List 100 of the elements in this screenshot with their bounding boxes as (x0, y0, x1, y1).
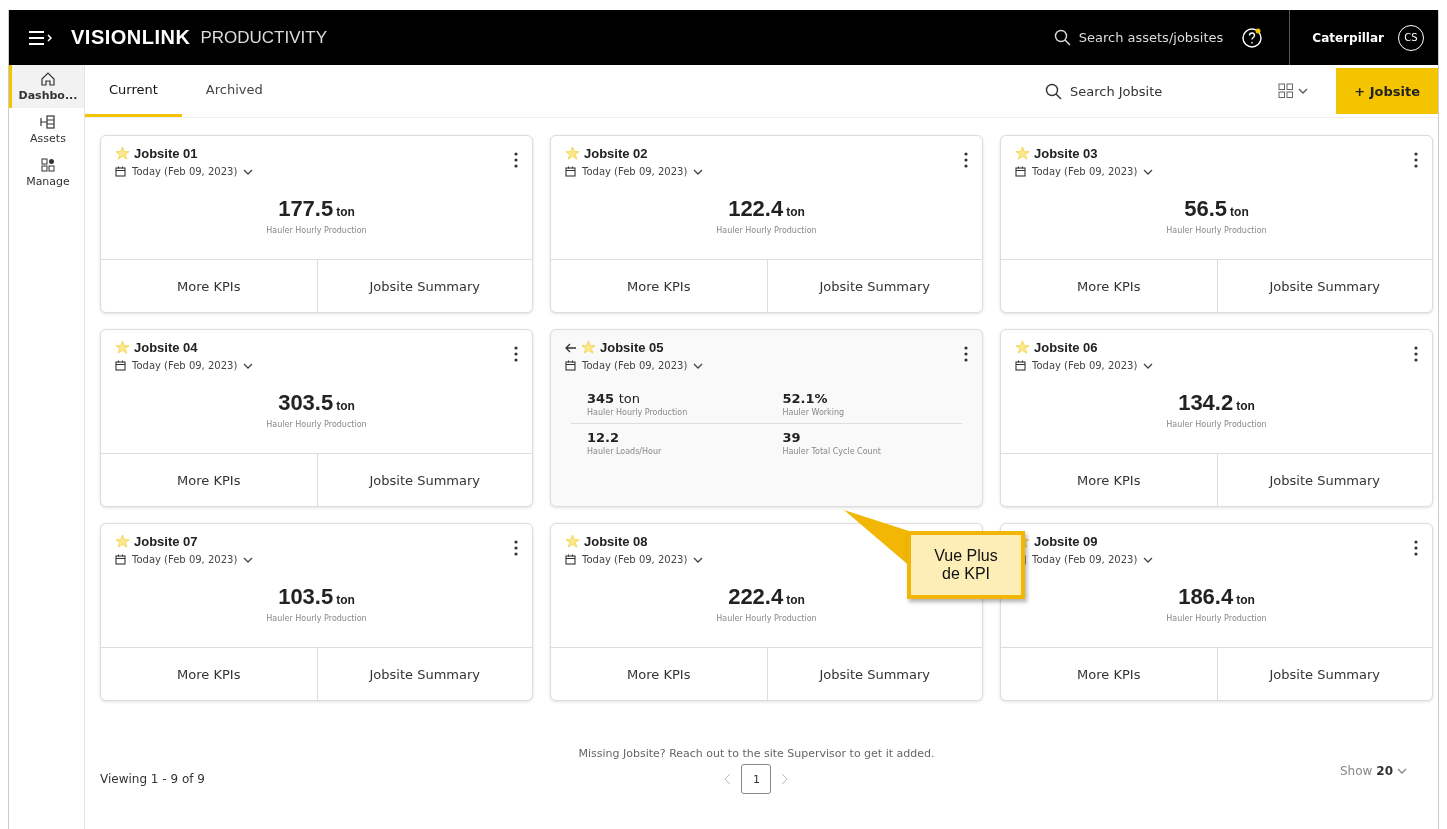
grid-icon (40, 157, 56, 173)
calendar-icon (565, 166, 576, 177)
card-action[interactable]: More KPIs (101, 260, 317, 312)
star-icon[interactable] (115, 340, 130, 355)
star-icon[interactable] (565, 534, 580, 549)
card-action[interactable]: Jobsite Summary (1216, 260, 1432, 312)
star-icon[interactable] (1015, 340, 1030, 355)
date-range[interactable]: Today (Feb 09, 2023) (132, 554, 238, 565)
account-name[interactable]: Caterpillar (1312, 30, 1384, 45)
date-range[interactable]: Today (Feb 09, 2023) (132, 360, 238, 371)
back-arrow-icon[interactable] (565, 342, 577, 353)
tab[interactable]: Archived (181, 65, 287, 117)
calendar-icon (1015, 166, 1026, 177)
kpi-value: 345 ton (587, 391, 641, 406)
card-action[interactable]: Jobsite Summary (316, 648, 532, 700)
chevron-down-icon (693, 362, 704, 369)
kpi-unit: ton (786, 592, 805, 607)
card-action[interactable]: More KPIs (101, 454, 317, 506)
page-button[interactable]: 1 (741, 764, 772, 794)
jobsite-title: Jobsite 06 (1034, 340, 1098, 355)
card-action[interactable]: More KPIs (551, 260, 767, 312)
calendar-icon (565, 360, 576, 371)
kpi-value: 177.5 (278, 195, 334, 221)
sidebar-item[interactable]: Manage (9, 151, 84, 194)
date-range[interactable]: Today (Feb 09, 2023) (582, 360, 688, 371)
card-action[interactable]: More KPIs (1001, 260, 1217, 312)
kpi-label: Hauler Hourly Production (587, 408, 689, 417)
page-size-select[interactable]: Show 20 (1333, 763, 1413, 794)
chevron-down-icon (1143, 362, 1154, 369)
card-action[interactable]: More KPIs (1001, 648, 1217, 700)
kpi-unit: ton (336, 398, 355, 413)
date-range[interactable]: Today (Feb 09, 2023) (1032, 554, 1138, 565)
sidebar-item[interactable]: Assets (9, 108, 84, 151)
date-range[interactable]: Today (Feb 09, 2023) (1032, 360, 1138, 371)
sidebar-item[interactable]: Dashbo... (9, 65, 84, 108)
calendar-icon (1015, 360, 1026, 371)
missing-jobsite-note: Missing Jobsite? Reach out to the site Supervisor to get it added. (578, 747, 935, 760)
kpi-label: Hauler Hourly Production (1166, 225, 1267, 235)
kpi-label: Hauler Total Cycle Count (782, 447, 882, 456)
global-search-field[interactable]: Search assets/jobsites (1053, 29, 1224, 46)
jobsite-title: Jobsite 09 (1034, 534, 1098, 549)
kpi-label: Hauler Hourly Production (1166, 613, 1267, 623)
calendar-icon (115, 360, 126, 371)
tab[interactable]: Current (85, 65, 182, 117)
card-action[interactable]: Jobsite Summary (316, 454, 532, 506)
card-action[interactable]: Jobsite Summary (1216, 648, 1432, 700)
card-action[interactable]: Jobsite Summary (1216, 454, 1432, 506)
kpi-label: Hauler Hourly Production (266, 419, 367, 429)
add-jobsite-button[interactable]: + Jobsite (1336, 68, 1438, 114)
kpi-label: Hauler Loads/Hour (587, 447, 663, 456)
card-action[interactable]: Jobsite Summary (766, 260, 982, 312)
card-action[interactable]: More KPIs (1001, 454, 1217, 506)
jobsite-title: Jobsite 02 (584, 146, 648, 161)
chevron-down-icon (1143, 556, 1154, 563)
jobsite-title: Jobsite 04 (134, 340, 198, 355)
jobsite-title: Jobsite 03 (1034, 146, 1098, 161)
kpi-label: Hauler Hourly Production (266, 613, 367, 623)
chevron-down-icon (243, 168, 254, 175)
viewing-count: Viewing 1 - 9 of 9 (100, 772, 206, 788)
date-range[interactable]: Today (Feb 09, 2023) (132, 166, 238, 177)
kpi-value: 186.4 (1178, 583, 1234, 609)
chevron-down-icon (693, 168, 704, 175)
star-icon[interactable] (565, 146, 580, 161)
card-action[interactable]: More KPIs (101, 648, 317, 700)
star-icon[interactable] (581, 340, 596, 355)
kpi-label: Hauler Hourly Production (1166, 419, 1267, 429)
card-action[interactable]: Jobsite Summary (766, 648, 982, 700)
product-name: PRODUCTIVITY (200, 27, 327, 48)
kpi-value: 222.4 (728, 583, 784, 609)
date-range[interactable]: Today (Feb 09, 2023) (1032, 166, 1138, 177)
star-icon[interactable] (115, 534, 130, 549)
search-icon (1053, 29, 1071, 46)
star-icon[interactable] (1015, 146, 1030, 161)
chevron-down-icon (243, 556, 254, 563)
kpi-value: 12.2 (587, 430, 621, 445)
kpi-value: 56.5 (1184, 195, 1228, 221)
kpi-label: Hauler Working (782, 408, 846, 417)
card-action[interactable]: More KPIs (551, 648, 767, 700)
kpi-unit: ton (336, 592, 355, 607)
date-range[interactable]: Today (Feb 09, 2023) (582, 554, 688, 565)
card-action[interactable]: Jobsite Summary (316, 260, 532, 312)
kpi-unit: ton (336, 204, 355, 219)
machine-icon (40, 114, 56, 130)
kpi-value: 103.5 (278, 583, 334, 609)
kpi-value: 39 (782, 430, 802, 445)
kpi-value: 134.2 (1178, 389, 1234, 415)
kpi-unit: ton (1230, 204, 1249, 219)
kpi-unit: ton (1236, 398, 1255, 413)
menu-icon[interactable] (29, 30, 53, 45)
kpi-value: 122.4 (728, 195, 784, 221)
callout-tooltip: Vue Plus de KPI (907, 531, 1025, 599)
jobsite-search-field[interactable]: Search Jobsite (1044, 82, 1163, 100)
kpi-label: Hauler Hourly Production (266, 225, 367, 235)
jobsite-title: Jobsite 07 (134, 534, 198, 549)
star-icon[interactable] (115, 146, 130, 161)
help-icon[interactable] (1241, 26, 1264, 49)
calendar-icon (115, 554, 126, 565)
date-range[interactable]: Today (Feb 09, 2023) (582, 166, 688, 177)
chevron-down-icon (1397, 768, 1407, 774)
jobsite-title: Jobsite 08 (584, 534, 648, 549)
